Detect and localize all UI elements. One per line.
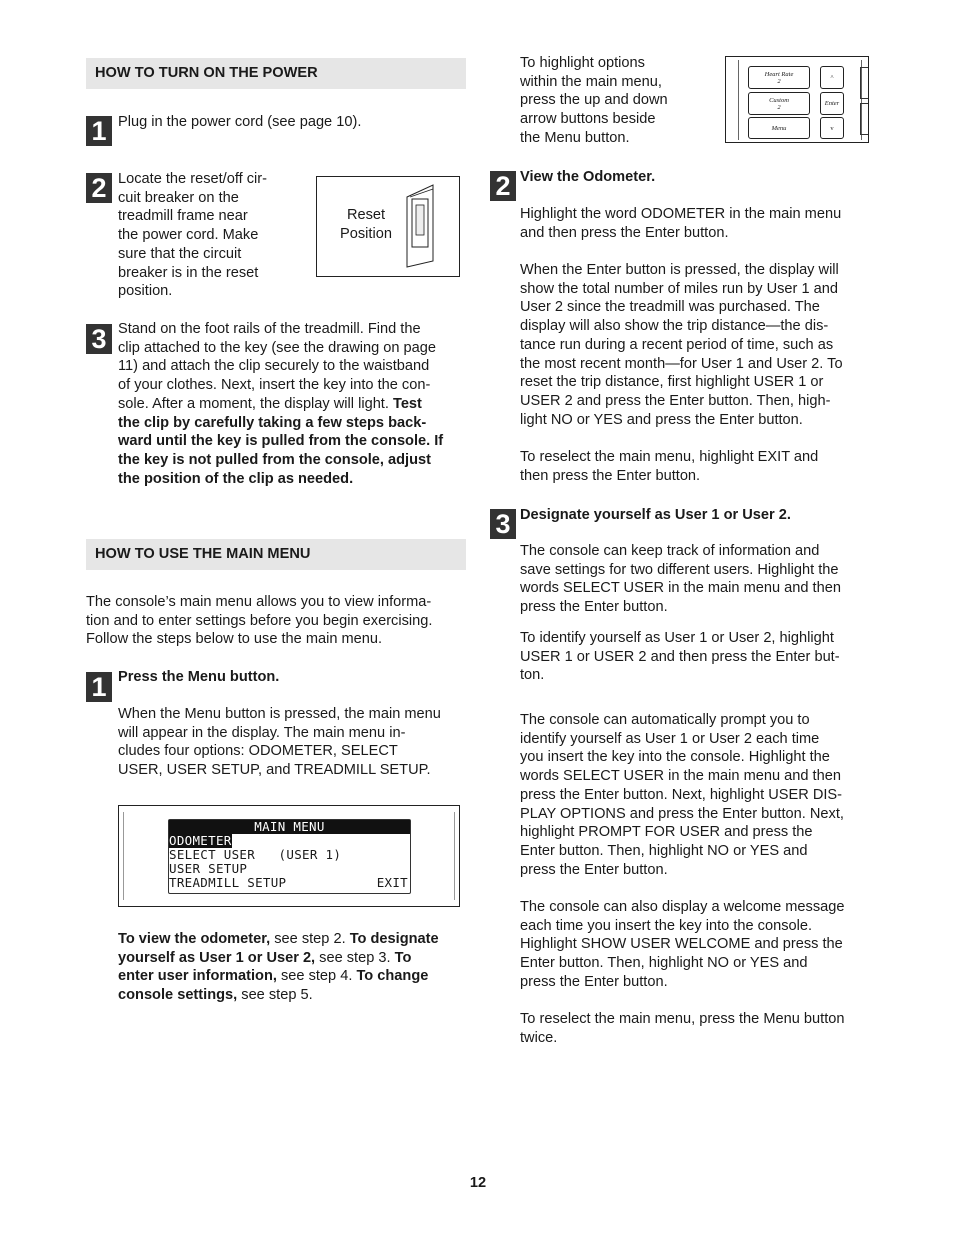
step-number: 2 <box>86 173 112 203</box>
highlight-intro: To highlight options within the main men… <box>520 55 668 146</box>
console-buttons-figure: Heart Rate 2 Custom 2 Menu ^ Enter v <box>725 56 869 143</box>
step-number: 1 <box>86 672 112 702</box>
step-text: To identify yourself as User 1 or User 2… <box>520 630 840 684</box>
heart-rate-button: Heart Rate 2 <box>748 66 810 89</box>
section-header-main-menu: HOW TO USE THE MAIN MENU <box>86 539 466 570</box>
step-text: The console can also display a welcome m… <box>520 899 845 990</box>
step-number: 2 <box>490 171 516 201</box>
step-text: Locate the reset/off cir- cuit breaker o… <box>118 171 267 300</box>
step-text: To reselect the main menu, highlight EXI… <box>520 449 819 484</box>
step-text: When the Menu button is pressed, the mai… <box>118 706 441 779</box>
step-heading: Designate yourself as User 1 or User 2. <box>520 507 791 523</box>
page-number: 12 <box>469 1175 487 1191</box>
down-arrow-icon: v <box>820 117 844 139</box>
lcd-row: SELECT USER (USER 1) <box>169 847 342 862</box>
lcd-row: ODOMETER <box>169 833 232 848</box>
step-heading: View the Odometer. <box>520 169 656 185</box>
step-number: 3 <box>86 324 112 354</box>
enter-button: Enter <box>820 92 844 115</box>
breaker-switch-icon <box>406 184 434 268</box>
console-display-figure: MAIN MENU ODOMETER SELECT USER (USER 1) … <box>118 805 460 907</box>
lcd-screen: MAIN MENU ODOMETER SELECT USER (USER 1) … <box>168 819 411 894</box>
menu-summary: To view the odometer, see step 2. To des… <box>118 931 439 1004</box>
lcd-title: MAIN MENU <box>169 820 410 834</box>
custom-button: Custom 2 <box>748 92 810 115</box>
step-text: Stand on the foot rails of the treadmill… <box>118 321 444 487</box>
step-text: The console can automatically prompt you… <box>520 712 844 878</box>
up-arrow-icon: ^ <box>820 66 844 89</box>
step-text: Plug in the power cord (see page 10). <box>118 114 362 130</box>
step-text: To reselect the main menu, press the Men… <box>520 1011 845 1046</box>
step-number: 1 <box>86 116 112 146</box>
menu-intro: The console’s main menu allows you to vi… <box>86 594 433 648</box>
menu-button: Menu <box>748 117 810 139</box>
section-header-power: HOW TO TURN ON THE POWER <box>86 58 466 89</box>
lcd-row: USER SETUP <box>169 861 248 876</box>
step-number: 3 <box>490 509 516 539</box>
step-text: The console can keep track of informatio… <box>520 543 841 616</box>
step-text: Highlight the word ODOMETER in the main … <box>520 206 842 241</box>
figure-label: Reset Position <box>340 207 392 242</box>
lcd-row: TREADMILL SETUP EXIT <box>169 875 408 890</box>
step-text: When the Enter button is pressed, the di… <box>520 262 843 428</box>
step-heading: Press the Menu button. <box>118 669 280 685</box>
reset-breaker-figure: Reset Position <box>316 176 460 277</box>
